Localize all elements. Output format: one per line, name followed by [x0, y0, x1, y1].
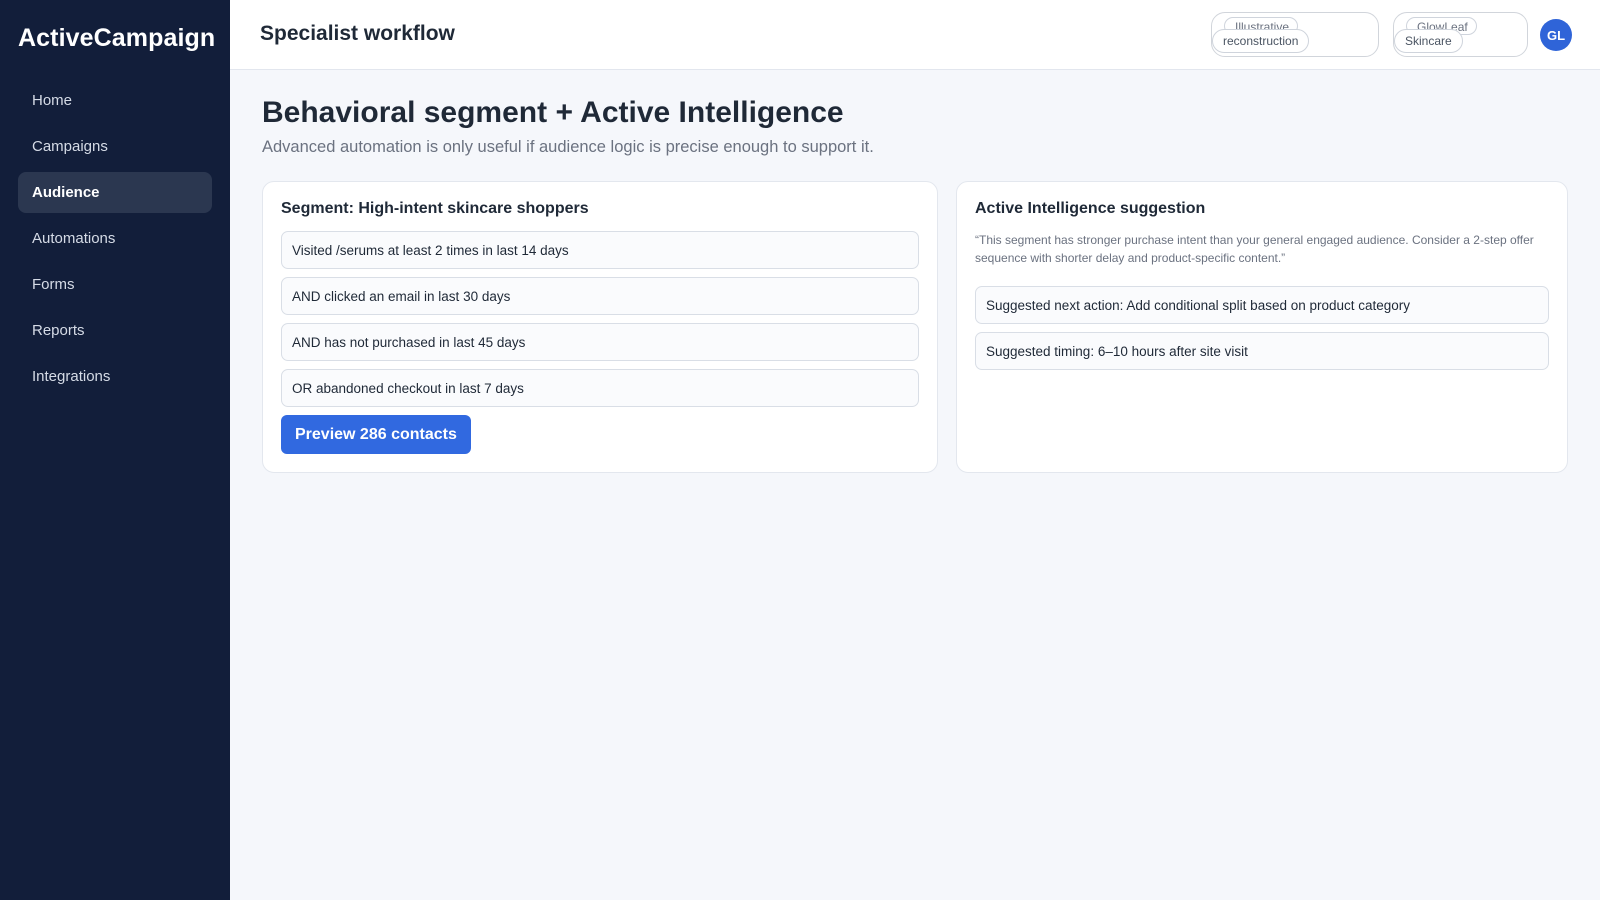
preview-contacts-button[interactable]: Preview 286 contacts	[281, 415, 471, 454]
ai-suggested-action[interactable]: Suggested next action: Add conditional s…	[975, 286, 1549, 324]
header-title: Specialist workflow	[260, 22, 455, 45]
segment-card: Segment: High-intent skincare shoppers V…	[262, 181, 938, 473]
chip-line-2: reconstruction	[1212, 29, 1310, 53]
segment-rule[interactable]: Visited /serums at least 2 times in last…	[281, 231, 919, 269]
ai-suggestion-title: Active Intelligence suggestion	[975, 200, 1206, 217]
avatar[interactable]: GL	[1540, 19, 1572, 51]
ai-suggested-timing[interactable]: Suggested timing: 6–10 hours after site …	[975, 332, 1549, 370]
sidebar-item-home[interactable]: Home	[18, 80, 212, 121]
active-intelligence-card: Active Intelligence suggestion “This seg…	[956, 181, 1568, 473]
sidebar-item-integrations[interactable]: Integrations	[18, 356, 212, 397]
segment-rule[interactable]: OR abandoned checkout in last 7 days	[281, 369, 919, 407]
account-chip[interactable]: GlowLeaf Skincare	[1393, 12, 1528, 57]
page-subtitle: Advanced automation is only useful if au…	[262, 138, 874, 156]
sidebar-item-forms[interactable]: Forms	[18, 264, 212, 305]
sidebar: ActiveCampaign Home Campaigns Audience A…	[0, 0, 230, 900]
illustrative-reconstruction-chip[interactable]: Illustrative reconstruction	[1211, 12, 1379, 57]
brand-logo[interactable]: ActiveCampaign	[18, 24, 215, 53]
sidebar-item-automations[interactable]: Automations	[18, 218, 212, 259]
top-header: Specialist workflow Illustrative reconst…	[230, 0, 1600, 70]
segment-title: Segment: High-intent skincare shoppers	[281, 200, 589, 217]
chip-line-2: Skincare	[1394, 29, 1463, 53]
page-title: Behavioral segment + Active Intelligence	[262, 96, 844, 129]
sidebar-item-campaigns[interactable]: Campaigns	[18, 126, 212, 167]
segment-rule[interactable]: AND clicked an email in last 30 days	[281, 277, 919, 315]
sidebar-nav: Home Campaigns Audience Automations Form…	[18, 80, 212, 402]
ai-suggestion-quote: “This segment has stronger purchase inte…	[975, 233, 1534, 265]
sidebar-item-reports[interactable]: Reports	[18, 310, 212, 351]
sidebar-item-audience[interactable]: Audience	[18, 172, 212, 213]
segment-rule[interactable]: AND has not purchased in last 45 days	[281, 323, 919, 361]
